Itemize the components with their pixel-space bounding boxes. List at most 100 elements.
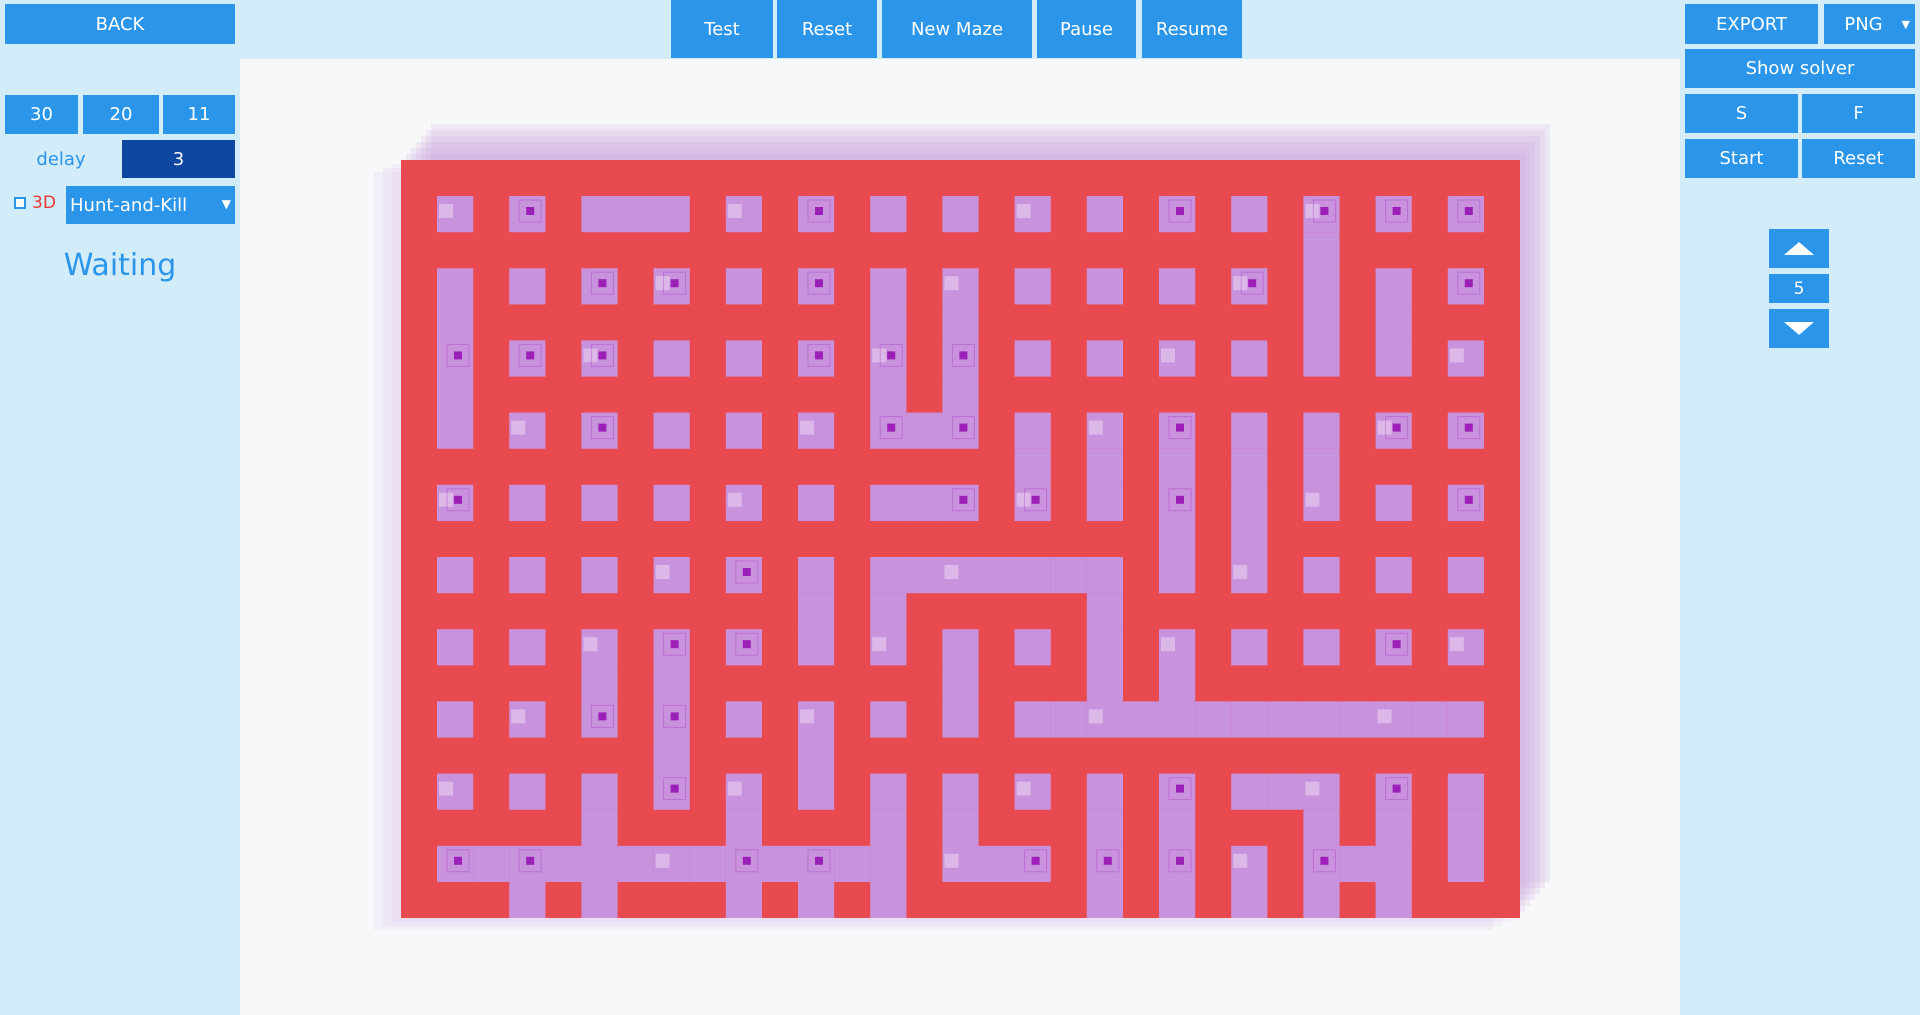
reset-button[interactable]: Reset (777, 0, 877, 58)
new-maze-button[interactable]: New Maze (882, 0, 1032, 58)
maze-passage (1086, 593, 1123, 630)
delay-value-field[interactable]: 3 (122, 140, 235, 178)
export-button[interactable]: EXPORT (1685, 4, 1818, 44)
maze-passage (1159, 521, 1196, 557)
maze-tile-highlight (872, 348, 887, 363)
maze-tile-highlight (1088, 709, 1103, 724)
visited-marker (1176, 423, 1184, 432)
maze-cell (1159, 268, 1196, 305)
format-select[interactable]: PNG ▼ (1824, 4, 1915, 44)
set-start-button[interactable]: S (1685, 94, 1798, 133)
maze-cell (798, 557, 835, 594)
maze-passage (1086, 665, 1123, 702)
maze-cell (798, 629, 835, 666)
maze-passage (906, 412, 943, 449)
maze-cell (942, 629, 979, 666)
maze-tile-highlight (1377, 709, 1392, 724)
maze-cell (725, 701, 762, 738)
maze-passage (473, 845, 510, 882)
maze-cell (653, 196, 690, 233)
set-finish-button[interactable]: F (1802, 94, 1915, 133)
visited-marker (598, 279, 607, 288)
maze-canvas[interactable] (240, 59, 1680, 1015)
maze-cell (1086, 773, 1123, 810)
maze-passage (617, 196, 654, 233)
layer-down-button[interactable] (1769, 309, 1829, 348)
status-text: Waiting (63, 248, 177, 283)
pause-button[interactable]: Pause (1037, 0, 1136, 58)
visited-marker (526, 351, 535, 360)
maze-tile-highlight (1305, 492, 1320, 507)
resume-button[interactable]: Resume (1142, 0, 1242, 58)
maze-cell (1375, 845, 1412, 882)
maze-cell (1375, 484, 1412, 521)
maze-passage (1375, 809, 1412, 846)
maze-passage (1231, 448, 1268, 485)
maze-tile-highlight (727, 492, 742, 507)
maze-tile-highlight (1088, 420, 1103, 435)
maze-tile-highlight (727, 781, 742, 796)
algorithm-select-value: Hunt-and-Kill (70, 194, 188, 216)
maze-tile-highlight (655, 853, 670, 868)
maze-tile-highlight (1016, 204, 1031, 218)
maze-tile-highlight (1161, 348, 1175, 363)
maze-cell (798, 773, 835, 810)
three-d-label: 3D (32, 193, 56, 213)
visited-marker (1392, 423, 1401, 432)
maze-passage (1447, 809, 1484, 846)
visited-marker (815, 856, 823, 865)
maze-passage (1231, 882, 1268, 918)
maze-cell (1086, 268, 1123, 305)
visited-marker (815, 351, 823, 360)
maze-passage (870, 304, 907, 341)
maze-passage (509, 882, 546, 918)
maze-cell (870, 773, 907, 810)
maze-cell (870, 196, 907, 233)
maze-tile-highlight (1233, 853, 1248, 868)
maze-passage (1086, 809, 1123, 846)
triangle-down-icon (1784, 322, 1814, 335)
maze-tile-highlight (511, 420, 526, 435)
maze-cell (725, 412, 762, 449)
visited-marker (815, 279, 823, 288)
solver-reset-button[interactable]: Reset (1802, 139, 1915, 178)
back-button[interactable]: BACK (5, 4, 235, 44)
show-solver-button[interactable]: Show solver (1685, 49, 1915, 88)
maze-cell (437, 629, 474, 666)
height-value-button[interactable]: 20 (83, 95, 159, 134)
visited-marker (742, 568, 751, 576)
maze-passage (870, 882, 907, 918)
maze-cell (509, 773, 546, 810)
algorithm-select[interactable]: Hunt-and-Kill ▼ (66, 186, 235, 224)
maze-cell (1231, 629, 1268, 666)
maze-passage (1303, 448, 1340, 485)
visited-marker (959, 423, 968, 432)
maze-cell (509, 268, 546, 305)
maze-cell (437, 701, 474, 738)
visited-marker (598, 423, 607, 432)
maze-cell (1014, 701, 1051, 738)
maze-tile-highlight (800, 420, 814, 435)
layer-up-button[interactable] (1769, 229, 1829, 268)
maze-tile-highlight (944, 565, 959, 579)
width-value-button[interactable]: 30 (5, 95, 78, 134)
visited-marker (1464, 495, 1473, 504)
visited-marker (959, 351, 968, 360)
maze-view (374, 124, 1550, 930)
checkbox-icon[interactable] (14, 197, 26, 209)
maze-cell (1014, 412, 1051, 449)
solver-start-button[interactable]: Start (1685, 139, 1798, 178)
maze-cell (581, 196, 618, 233)
maze-cell (942, 773, 979, 810)
maze-passage (1014, 448, 1051, 485)
visited-marker (1248, 279, 1257, 288)
triangle-up-icon (1784, 242, 1814, 255)
depth-value-button[interactable]: 11 (163, 95, 235, 134)
maze-passage (1303, 304, 1340, 341)
maze-tile-highlight (583, 348, 598, 363)
maze-cell (581, 557, 618, 594)
visited-marker (887, 351, 896, 360)
maze-passage (545, 845, 582, 882)
test-button[interactable]: Test (671, 0, 773, 58)
maze-passage (870, 593, 907, 630)
